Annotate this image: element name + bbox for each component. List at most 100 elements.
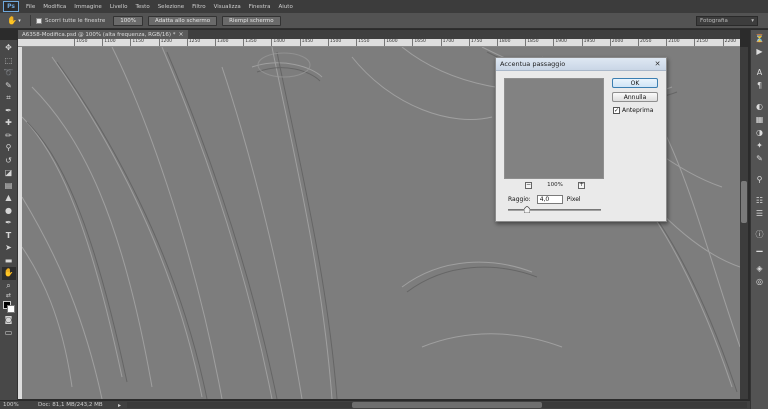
workspace-select[interactable]: Fotografia ▾ <box>696 16 758 26</box>
photoshop-window: Ps File Modifica Immagine Livello Testo … <box>0 0 768 409</box>
eyedropper-tool-icon[interactable]: ✒ <box>2 105 16 118</box>
brush-presets-panel-icon[interactable]: ✦ <box>753 139 767 152</box>
zoom-tool-icon[interactable]: ⌕ <box>2 280 16 293</box>
swap-colors-icon[interactable]: ⇄ <box>2 292 16 299</box>
gradient-tool-icon[interactable]: ▤ <box>2 180 16 193</box>
horizontal-scrollbar-thumb[interactable] <box>352 402 543 408</box>
radius-slider[interactable] <box>508 209 601 211</box>
document-tab-title: A6358-Modifica.psd @ 100% (alta frequenz… <box>22 31 176 38</box>
marquee-tool-icon[interactable]: ⬚ <box>2 55 16 68</box>
layers-panel-icon[interactable]: ◈ <box>753 262 767 275</box>
ruler-tick-label: 1150 <box>130 39 144 46</box>
menu-file[interactable]: File <box>22 4 39 10</box>
menu-visualizza[interactable]: Visualizza <box>210 4 245 10</box>
menu-aiuto[interactable]: Aiuto <box>275 4 297 10</box>
document-info[interactable]: Doc: 81,1 MB/243,2 MB <box>38 402 118 408</box>
ruler-tick-label: 2000 <box>609 39 623 46</box>
ruler-tick-label: 1850 <box>525 39 539 46</box>
workspace-label: Fotografia <box>700 18 728 24</box>
filter-preview[interactable] <box>504 78 604 179</box>
color-panel-icon[interactable]: ◐ <box>753 100 767 113</box>
radius-input[interactable] <box>536 195 563 204</box>
document-tab[interactable]: A6358-Modifica.psd @ 100% (alta frequenz… <box>18 30 188 39</box>
move-tool-icon[interactable]: ✥ <box>2 42 16 55</box>
ruler-tick-label: 1400 <box>271 39 285 46</box>
crop-tool-icon[interactable]: ⌗ <box>2 92 16 105</box>
dialog-titlebar[interactable]: Accentua passaggio ✕ <box>496 58 666 71</box>
background-color-swatch[interactable] <box>6 305 15 313</box>
scroll-all-windows-checkbox[interactable]: Scorri tutte le finestre <box>36 17 105 24</box>
dodge-tool-icon[interactable]: ● <box>2 205 16 218</box>
checkmark-icon[interactable]: ✓ <box>613 107 620 114</box>
zoom-level[interactable]: 100% <box>0 402 38 408</box>
healing-brush-tool-icon[interactable]: ✚ <box>2 117 16 130</box>
radius-slider-thumb[interactable] <box>524 206 530 213</box>
menu-immagine[interactable]: Immagine <box>70 4 106 10</box>
preview-checkbox-label: Anteprima <box>622 107 654 114</box>
menu-filtro[interactable]: Filtro <box>188 4 209 10</box>
close-tab-icon[interactable]: × <box>179 31 184 38</box>
color-swatches[interactable] <box>2 300 16 314</box>
ok-button[interactable]: OK <box>612 78 658 88</box>
panels-dock: ⏳ ▶ A ¶ ◐ ▦ ◑ ✦ ✎ ⚲ ☷ ☰ ⓘ ▁ ◈ ◎ <box>750 30 768 409</box>
clone-stamp-tool-icon[interactable]: ⚲ <box>2 142 16 155</box>
history-brush-tool-icon[interactable]: ↺ <box>2 155 16 168</box>
preview-zoom-controls: − 100% + <box>525 181 585 189</box>
ruler-tick-label: 2200 <box>722 39 736 46</box>
ruler-tick-label: 1550 <box>356 39 369 46</box>
hand-tool-preset-icon[interactable]: ✋ ▾ <box>3 15 25 27</box>
preview-checkbox[interactable]: ✓ Anteprima <box>613 107 653 114</box>
cancel-button[interactable]: Annulla <box>612 92 658 102</box>
shape-tool-icon[interactable]: ▬ <box>2 255 16 268</box>
properties-panel-icon[interactable]: ☰ <box>753 207 767 220</box>
eraser-tool-icon[interactable]: ◪ <box>2 167 16 180</box>
tools-panel: ✥ ⬚ ➰ ✎ ⌗ ✒ ✚ ✏ ⚲ ↺ ◪ ▤ ▲ ● ✒ T ➤ ▬ ✋ ⌕ … <box>0 40 18 400</box>
menu-finestra[interactable]: Finestra <box>245 4 275 10</box>
status-menu-arrow-icon[interactable]: ▸ <box>118 402 121 409</box>
path-selection-tool-icon[interactable]: ➤ <box>2 242 16 255</box>
brush-panel-icon[interactable]: ✎ <box>753 152 767 165</box>
type-tool-icon[interactable]: T <box>2 230 16 243</box>
styles-panel-icon[interactable]: ◑ <box>753 126 767 139</box>
actions-panel-icon[interactable]: ▶ <box>753 45 767 58</box>
ruler-tick-label: 1250 <box>186 39 200 46</box>
ruler-tick-label: 1750 <box>468 39 482 46</box>
quick-mask-icon[interactable]: ◙ <box>2 314 16 327</box>
ruler-tick-label: 1700 <box>440 39 454 46</box>
clone-source-panel-icon[interactable]: ⚲ <box>753 173 767 186</box>
menu-testo[interactable]: Testo <box>131 4 153 10</box>
histogram-panel-icon[interactable]: ▁ <box>753 241 767 254</box>
vertical-scrollbar-thumb[interactable] <box>741 181 747 223</box>
swatches-panel-icon[interactable]: ▦ <box>753 113 767 126</box>
checkbox-box[interactable] <box>36 17 42 24</box>
vertical-scrollbar[interactable] <box>740 47 748 399</box>
horizontal-scrollbar[interactable] <box>127 402 748 408</box>
blur-tool-icon[interactable]: ▲ <box>2 192 16 205</box>
adjustments-panel-icon[interactable]: ☷ <box>753 194 767 207</box>
options-separator <box>30 15 31 26</box>
screen-mode-icon[interactable]: ▭ <box>2 327 16 340</box>
ruler-tick-label: 1100 <box>102 39 116 46</box>
fill-screen-button[interactable]: Riempi schermo <box>222 15 281 26</box>
fit-screen-button[interactable]: Adatta allo schermo <box>147 15 218 26</box>
close-icon[interactable]: ✕ <box>653 60 662 68</box>
hand-tool-icon[interactable]: ✋ <box>1 267 16 280</box>
paragraph-panel-icon[interactable]: ¶ <box>753 79 767 92</box>
radius-row: Raggio: Pixel <box>508 195 581 204</box>
channels-panel-icon[interactable]: ◎ <box>753 275 767 288</box>
pen-tool-icon[interactable]: ✒ <box>2 217 16 230</box>
quick-selection-tool-icon[interactable]: ✎ <box>2 80 16 93</box>
menu-livello[interactable]: Livello <box>106 4 132 10</box>
dialog-title: Accentua passaggio <box>500 60 566 68</box>
menu-selezione[interactable]: Selezione <box>154 4 188 10</box>
lasso-tool-icon[interactable]: ➰ <box>2 67 16 80</box>
character-panel-icon[interactable]: A <box>753 66 767 79</box>
zoom-out-icon[interactable]: − <box>525 181 532 189</box>
history-panel-icon[interactable]: ⏳ <box>753 32 767 45</box>
ruler-tick-label: 1300 <box>215 39 228 46</box>
menu-modifica[interactable]: Modifica <box>39 4 70 10</box>
zoom-100-button[interactable]: 100% <box>113 15 143 26</box>
zoom-in-icon[interactable]: + <box>577 181 585 189</box>
info-panel-icon[interactable]: ⓘ <box>753 228 767 241</box>
brush-tool-icon[interactable]: ✏ <box>2 130 16 143</box>
